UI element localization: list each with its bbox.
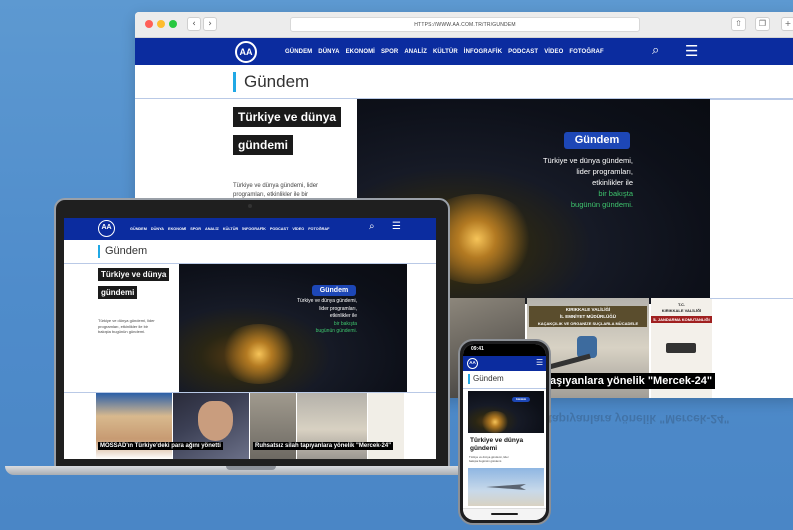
phone-hero-banner[interactable]: Gündem: [468, 391, 544, 433]
hero-description-line-1: Türkiye ve dünya gündemi, lider: [233, 183, 319, 189]
site-navbar: AA GÜNDEM DÜNYA EKONOMİ SPOR ANALİZ KÜLT…: [135, 38, 793, 65]
laptop-hero-title-1[interactable]: Türkiye ve dünya: [98, 268, 170, 281]
hero-title-line-1[interactable]: Türkiye ve dünya: [233, 107, 342, 127]
laptop-menu-infografik[interactable]: İNFOGRAFİK: [242, 227, 266, 231]
search-icon[interactable]: ⌕: [652, 43, 659, 58]
laptop-menu-spor[interactable]: SPOR: [190, 227, 201, 231]
laptop-news-headline-1[interactable]: MOSSAD'ın Türkiye'deki para ağını yönett…: [98, 442, 223, 450]
phone-navbar: AA ☰: [463, 356, 546, 371]
menu-item-ekonomi[interactable]: EKONOMİ: [346, 49, 375, 55]
tabs-icon[interactable]: ❐: [755, 17, 770, 31]
laptop-news-headline-2[interactable]: Ruhsatsız silah tapıyanlara yönelik "Mer…: [253, 442, 394, 450]
main-menu: GÜNDEM DÜNYA EKONOMİ SPOR ANALİZ KÜLTÜR …: [285, 38, 604, 65]
phone-news-thumb[interactable]: [468, 468, 544, 506]
aa-logo[interactable]: AA: [235, 41, 257, 63]
headline-reflection: tapıyanlara yönelik "Mercek-24": [548, 412, 730, 426]
phone-screen: 09:41 AA ☰ Gündem Gündem Türkiye ve düny…: [463, 344, 546, 520]
close-window-button[interactable]: [145, 20, 153, 28]
browser-titlebar: ‹ › HTTPS://WWW.AA.COM.TR/TR/GUNDEM ⇧ ❐ …: [135, 12, 793, 38]
forward-button[interactable]: ›: [203, 17, 217, 31]
laptop-screen: AA GÜNDEM DÜNYA EKONOMİ SPOR ANALİZ KÜLT…: [64, 218, 436, 459]
laptop-hero-banner[interactable]: Gündem Türkiye ve dünya gündemi, lider p…: [179, 264, 407, 392]
menu-item-video[interactable]: VİDEO: [544, 49, 563, 55]
laptop-menu-fotograf[interactable]: FOTOĞRAF: [308, 227, 329, 231]
laptop-notch: [226, 466, 276, 470]
phone-page-title: Gündem: [468, 374, 504, 384]
banner-badge: Gündem: [564, 132, 630, 149]
menu-item-dunya[interactable]: DÜNYA: [318, 49, 339, 55]
maximize-window-button[interactable]: [169, 20, 177, 28]
phone-time: 09:41: [471, 346, 484, 352]
laptop-camera: [248, 204, 252, 208]
phone-hero-title-2[interactable]: gündemi: [468, 444, 500, 453]
laptop-menu-dunya[interactable]: DÜNYA: [151, 227, 164, 231]
laptop-menu-gundem[interactable]: GÜNDEM: [130, 227, 147, 231]
laptop-search-icon[interactable]: ⌕: [369, 221, 375, 232]
menu-item-infografik[interactable]: İNFOGRAFİK: [464, 49, 502, 55]
share-icon[interactable]: ⇧: [731, 17, 746, 31]
laptop-menu-analiz[interactable]: ANALİZ: [205, 227, 219, 231]
phone-hero-description: Türkiye ve dünya gündemi, lider bakışta …: [469, 455, 509, 463]
hero-title-line-2[interactable]: gündemi: [233, 135, 293, 155]
menu-item-fotograf[interactable]: FOTOĞRAF: [569, 49, 603, 55]
hamburger-menu-icon[interactable]: ☰: [685, 42, 698, 60]
banner-text: Türkiye ve dünya gündemi, lider programl…: [542, 156, 633, 209]
laptop-aa-logo[interactable]: AA: [98, 220, 115, 237]
minimize-window-button[interactable]: [157, 20, 165, 28]
news-headline-browser[interactable]: aşıyanlara yönelik "Mercek-24": [547, 373, 716, 389]
phone-status-bar: 09:41: [463, 344, 546, 356]
menu-item-podcast[interactable]: PODCAST: [508, 49, 538, 55]
address-bar[interactable]: HTTPS://WWW.AA.COM.TR/TR/GUNDEM: [290, 17, 640, 32]
new-tab-icon[interactable]: +: [781, 17, 793, 31]
back-button[interactable]: ‹: [187, 17, 201, 31]
menu-item-analiz[interactable]: ANALİZ: [404, 49, 427, 55]
page-title: Gündem: [233, 72, 309, 92]
laptop-navbar: AA GÜNDEM DÜNYA EKONOMİ SPOR ANALİZ KÜLT…: [64, 218, 436, 240]
menu-item-gundem[interactable]: GÜNDEM: [285, 49, 312, 55]
laptop-hero-description: Türkiye ve dünya gündemi, lider programl…: [98, 318, 155, 334]
laptop-hamburger-icon[interactable]: ☰: [392, 221, 401, 232]
phone-hamburger-icon[interactable]: ☰: [536, 358, 543, 367]
menu-item-kultur[interactable]: KÜLTÜR: [433, 49, 458, 55]
phone-browser-toolbar: [463, 508, 546, 520]
laptop-page-title: Gündem: [98, 245, 147, 258]
laptop-menu-ekonomi[interactable]: EKONOMİ: [168, 227, 186, 231]
laptop-menu-kultur[interactable]: KÜLTÜR: [223, 227, 238, 231]
laptop-hero-title-2[interactable]: gündemi: [98, 286, 138, 299]
menu-item-spor[interactable]: SPOR: [381, 49, 398, 55]
laptop-menu-podcast[interactable]: PODCAST: [270, 227, 289, 231]
laptop-menu-video[interactable]: VİDEO: [292, 227, 304, 231]
phone-aa-logo[interactable]: AA: [467, 358, 478, 369]
